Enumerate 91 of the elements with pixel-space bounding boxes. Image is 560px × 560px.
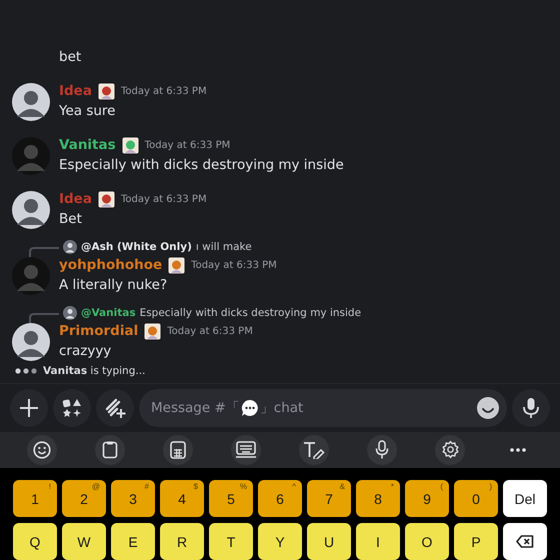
key-hint: ! — [48, 482, 51, 492]
message-text: A literally nuke? — [59, 276, 168, 296]
timestamp: Today at 6:33 PM — [167, 326, 253, 337]
username[interactable]: Primordial — [59, 323, 138, 340]
key-hint: & — [340, 482, 345, 492]
reply-mention[interactable]: @Ash (White Only) — [81, 241, 192, 254]
keyboard-icon — [235, 440, 257, 459]
keyboard-key[interactable]: O — [405, 523, 449, 560]
keyboard-key[interactable]: 1 ! — [13, 480, 57, 518]
voice-input-button[interactable] — [367, 434, 397, 465]
keyboard-button[interactable] — [231, 434, 261, 465]
key-hint: % — [240, 482, 247, 492]
keyboard-key[interactable]: I — [356, 523, 400, 560]
message-text: crazyyy — [59, 342, 112, 362]
voice-button[interactable] — [512, 389, 550, 428]
text-edit-button[interactable] — [299, 434, 329, 465]
message-text: bet — [59, 48, 82, 68]
keyboard-key[interactable]: 3 # — [111, 480, 155, 518]
key-hint: @ — [92, 482, 100, 492]
apps-button[interactable] — [53, 389, 91, 428]
timestamp: Today at 6:33 PM — [120, 194, 207, 205]
keyboard-key[interactable]: Q — [13, 523, 57, 560]
keyboard-key[interactable]: U — [307, 523, 351, 560]
avatar-icon[interactable] — [12, 83, 50, 122]
smiley-icon — [33, 440, 51, 459]
sticker-gift-button[interactable] — [96, 389, 134, 428]
microphone-icon — [375, 440, 389, 460]
keyboard-key[interactable]: W — [62, 523, 106, 560]
typing-indicator: Vanitas is typing... — [43, 365, 146, 378]
chat-bubble-icon — [240, 399, 259, 418]
reply-connector-line — [29, 313, 59, 326]
settings-button[interactable] — [435, 434, 465, 465]
more-icon — [510, 448, 526, 452]
emoji-button[interactable] — [27, 434, 57, 465]
typing-dots-icon — [15, 368, 37, 374]
sparkle-plus-icon — [104, 397, 126, 420]
clipboard-icon — [102, 440, 118, 459]
reply-connector-line — [29, 247, 59, 260]
keyboard-key[interactable]: 9 ( — [405, 480, 449, 518]
keyboard-key[interactable]: 5 % — [209, 480, 253, 518]
badge-icon — [122, 136, 139, 154]
badge-icon — [98, 190, 115, 208]
keyboard-key[interactable]: E — [111, 523, 155, 560]
message-text: Bet — [59, 210, 83, 230]
keyboard-key[interactable]: 8 * — [356, 480, 400, 518]
text-pen-icon — [303, 440, 325, 459]
badge-icon — [144, 322, 162, 340]
plus-icon — [19, 398, 39, 418]
keyboard-key[interactable]: 4 $ — [160, 480, 204, 518]
timestamp: Today at 6:33 PM — [144, 140, 230, 151]
timestamp: Today at 6:33 PM — [191, 260, 277, 271]
message-text: Yea sure — [59, 102, 116, 122]
keyboard-key[interactable]: R — [160, 523, 204, 560]
numpad-icon — [170, 440, 186, 459]
keyboard-key[interactable]: 2 @ — [62, 480, 106, 518]
microphone-icon — [522, 397, 540, 420]
key-hint: $ — [194, 482, 198, 492]
badge-icon — [168, 256, 186, 274]
key-hint: ) — [489, 482, 492, 492]
numpad-button[interactable] — [163, 434, 193, 465]
keyboard-key[interactable]: 0 ) — [454, 480, 498, 518]
avatar-icon — [63, 306, 77, 320]
keyboard-key[interactable]: 6 ^ — [258, 480, 302, 518]
keyboard-key[interactable]: P — [454, 523, 498, 560]
keyboard-key[interactable]: T — [209, 523, 253, 560]
avatar-icon — [63, 240, 77, 254]
message-field[interactable]: Message #「 」chat — [139, 389, 507, 428]
reply-preview: Especially with dicks destroying my inside — [140, 307, 362, 320]
settings-icon — [440, 440, 460, 460]
keyboard-key[interactable]: 7 & — [307, 480, 351, 518]
reply-mention[interactable]: @Vanitas — [81, 307, 136, 320]
keyboard-key[interactable]: Y — [258, 523, 302, 560]
emoji-icon[interactable] — [477, 397, 499, 420]
username[interactable]: Vanitas — [59, 137, 116, 154]
keyboard-key[interactable]: Del — [503, 480, 547, 518]
avatar-icon[interactable] — [12, 323, 50, 362]
message-text: Especially with dicks destroying my inside — [59, 156, 344, 176]
key-hint: * — [390, 482, 394, 492]
clipboard-button[interactable] — [95, 434, 125, 465]
shapes-icon — [62, 398, 82, 418]
reply-preview: ı will make — [196, 241, 252, 254]
key-hint: ( — [440, 482, 443, 492]
keyboard-key[interactable] — [503, 523, 547, 560]
key-hint: ^ — [292, 482, 296, 492]
key-hint: # — [144, 482, 149, 492]
username[interactable]: yohphohohoe — [59, 257, 162, 274]
badge-icon — [98, 82, 115, 100]
backspace-icon — [516, 535, 534, 548]
timestamp: Today at 6:33 PM — [120, 86, 207, 97]
add-button[interactable] — [10, 389, 48, 428]
avatar-icon[interactable] — [12, 191, 50, 230]
